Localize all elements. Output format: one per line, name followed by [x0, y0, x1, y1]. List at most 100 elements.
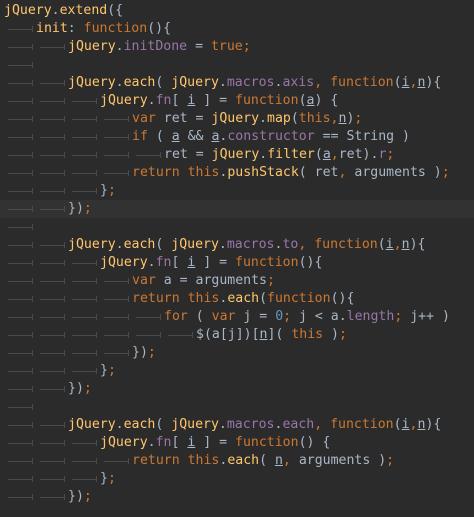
code-token: filter: [267, 147, 315, 162]
code-token: function: [330, 417, 394, 432]
code-token: ,: [282, 453, 299, 468]
code-token: }: [100, 471, 108, 486]
code-token: length: [346, 309, 395, 324]
code-token: this: [187, 165, 220, 180]
code-token: axis: [282, 75, 315, 90]
indent-tab-marker: [4, 146, 36, 164]
indent-tab-marker: [4, 380, 36, 398]
code-token: if: [132, 129, 148, 144]
code-token: ({: [107, 3, 124, 18]
code-line[interactable]: });: [0, 200, 474, 218]
indent-tab-marker: [36, 164, 68, 182]
code-token: ;: [354, 111, 363, 126]
code-token: each: [282, 417, 315, 432]
indent-tab-marker: [4, 398, 36, 416]
code-line[interactable]: init: function(){: [0, 20, 474, 38]
code-line[interactable]: jQuery.each( jQuery.macros.axis, functio…: [0, 74, 474, 92]
indent-tab-marker: [4, 272, 36, 290]
indent-tab-marker: [100, 272, 132, 290]
code-token: }): [68, 381, 84, 396]
code-token: (: [314, 147, 323, 162]
code-line[interactable]: };: [0, 470, 474, 488]
code-line[interactable]: jQuery.each( jQuery.macros.each, functio…: [0, 416, 474, 434]
indent-tab-marker: [68, 182, 100, 200]
code-token: (: [393, 75, 402, 90]
code-token: jQuery: [211, 111, 260, 126]
code-line[interactable]: return this.pushStack( ret, arguments );: [0, 164, 474, 182]
code-line[interactable]: [0, 398, 474, 416]
code-token: ,: [314, 75, 331, 90]
code-token: (: [377, 237, 386, 252]
indent-tab-marker: [68, 362, 100, 380]
indent-tab-marker: [4, 38, 36, 56]
code-token: &&: [179, 129, 212, 144]
indent-tab-marker: [36, 434, 68, 452]
code-token: jQuery: [100, 255, 148, 270]
code-token: function: [235, 255, 299, 270]
indent-tab-marker: [4, 164, 36, 182]
code-token: $(a[j])[: [196, 327, 260, 342]
code-line[interactable]: };: [0, 362, 474, 380]
code-line[interactable]: });: [0, 488, 474, 506]
indent-tab-marker: [68, 470, 100, 488]
indent-tab-marker: [4, 326, 36, 344]
indent-tab-marker: [68, 92, 100, 110]
indent-tab-marker: [4, 110, 36, 128]
indent-tab-marker: [36, 290, 68, 308]
code-line[interactable]: });: [0, 380, 474, 398]
code-token: pushStack: [227, 165, 299, 180]
code-token: jQuery: [100, 93, 148, 108]
code-token: (: [393, 417, 402, 432]
code-token: fn: [155, 255, 172, 270]
code-token: (: [298, 93, 307, 108]
code-token: == String ): [314, 129, 410, 144]
indent-tab-marker: [68, 308, 100, 326]
indent-tab-marker: [36, 344, 68, 362]
code-token: ;: [386, 147, 395, 162]
code-line[interactable]: [0, 56, 474, 74]
code-line[interactable]: jQuery.each( jQuery.macros.to, function(…: [0, 236, 474, 254]
indent-tab-marker: [4, 92, 36, 110]
code-line[interactable]: jQuery.fn[ i ] = function(a) {: [0, 92, 474, 110]
code-token: ;: [107, 183, 116, 198]
code-line[interactable]: if ( a && a.constructor == String ): [0, 128, 474, 146]
code-token: (: [155, 417, 172, 432]
indent-tab-marker: [36, 488, 68, 506]
code-line[interactable]: [0, 218, 474, 236]
code-token: ): [323, 327, 339, 342]
indent-tab-marker: [36, 254, 68, 272]
code-line[interactable]: var a = arguments;: [0, 272, 474, 290]
code-token: }): [68, 489, 84, 504]
code-token: .: [147, 255, 156, 270]
code-editor[interactable]: jQuery.extend({init: function(){jQuery.i…: [0, 0, 474, 517]
code-token: ] =: [195, 93, 236, 108]
indent-tab-marker: [36, 146, 68, 164]
indent-tab-marker: [4, 362, 36, 380]
code-line[interactable]: };: [0, 182, 474, 200]
indent-tab-marker: [4, 470, 36, 488]
code-line[interactable]: return this.each(function(){: [0, 290, 474, 308]
indent-tab-marker: [36, 200, 68, 218]
code-line[interactable]: return this.each( n, arguments );: [0, 452, 474, 470]
code-line[interactable]: jQuery.initDone = true;: [0, 38, 474, 56]
code-token: ,: [330, 111, 339, 126]
code-token: ;: [107, 471, 116, 486]
code-token: this: [187, 453, 220, 468]
code-line[interactable]: jQuery.fn[ i ] = function() {: [0, 434, 474, 452]
code-line[interactable]: jQuery.extend({: [0, 2, 474, 20]
code-line[interactable]: });: [0, 344, 474, 362]
indent-tab-marker: [36, 38, 68, 56]
code-token: macros: [226, 237, 275, 252]
indent-tab-marker: [68, 254, 100, 272]
code-line[interactable]: jQuery.fn[ i ] = function(){: [0, 254, 474, 272]
code-token: j++ ): [410, 309, 450, 324]
indent-tab-marker: [68, 452, 100, 470]
code-line[interactable]: $(a[j])[n]( this );: [0, 326, 474, 344]
code-token: :: [67, 21, 84, 36]
code-line[interactable]: for ( var j = 0; j < a.length; j++ ): [0, 308, 474, 326]
code-token: (){: [330, 291, 355, 306]
code-line[interactable]: var ret = jQuery.map(this,n);: [0, 110, 474, 128]
code-line[interactable]: ret = jQuery.filter(a,ret).r;: [0, 146, 474, 164]
indent-tab-marker: [68, 146, 100, 164]
